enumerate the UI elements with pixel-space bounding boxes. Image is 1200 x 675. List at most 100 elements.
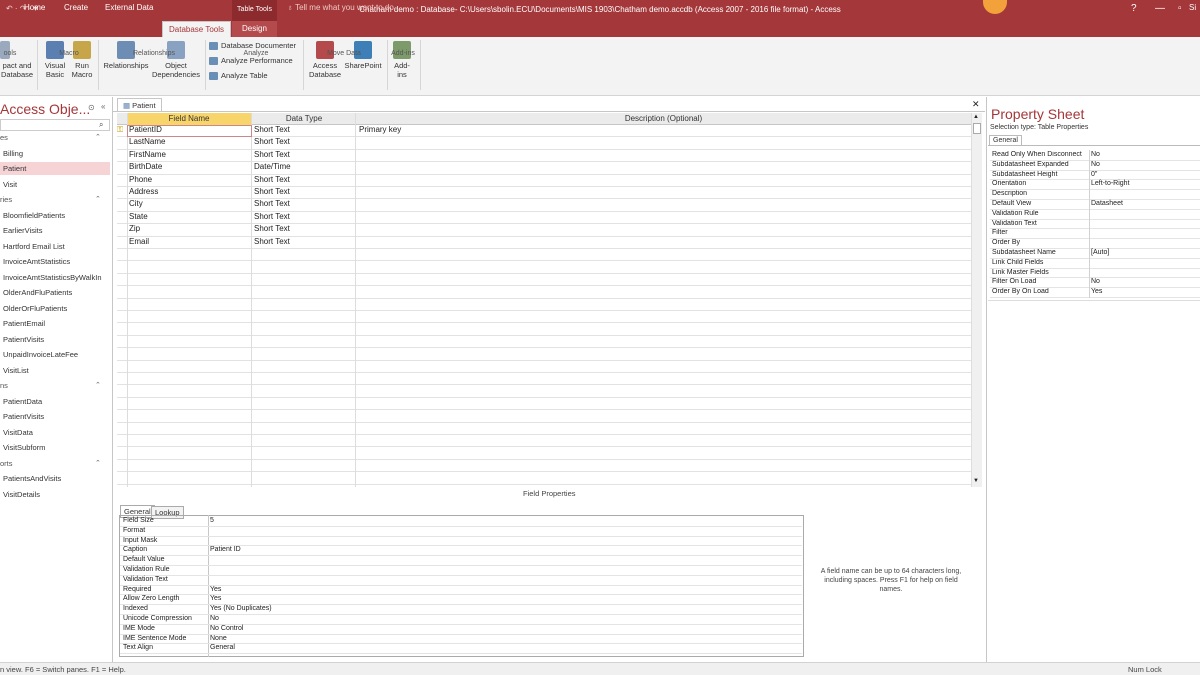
property-row[interactable]: Required Yes — [120, 586, 802, 596]
cell-name[interactable]: Phone — [129, 175, 152, 184]
table-row[interactable]: State Short Text — [117, 212, 971, 225]
tab-design[interactable]: Design — [232, 21, 277, 37]
nav-item[interactable]: Visit — [3, 180, 17, 189]
help-icon[interactable]: ? — [1131, 3, 1137, 14]
table-row[interactable]: Phone Short Text — [117, 175, 971, 187]
table-row[interactable] — [117, 286, 971, 299]
property-row[interactable]: Validation Rule — [120, 566, 802, 576]
table-row[interactable]: Address Short Text — [117, 187, 971, 200]
close-document-icon[interactable]: ✕ — [972, 99, 980, 110]
table-row[interactable] — [117, 385, 971, 398]
table-row[interactable]: FirstName Short Text — [117, 150, 971, 163]
table-row[interactable] — [117, 361, 971, 373]
property-value[interactable]: No — [210, 615, 219, 622]
table-row[interactable] — [117, 398, 971, 411]
property-row[interactable]: Validation Text — [120, 576, 802, 586]
ps-value[interactable]: [Auto] — [1091, 249, 1109, 256]
table-row[interactable] — [117, 311, 971, 324]
minimize-icon[interactable]: — — [1155, 3, 1165, 14]
nav-item[interactable]: Hartford Email List — [3, 242, 65, 251]
property-value[interactable]: General — [210, 644, 235, 651]
scroll-up-icon[interactable]: ▲ — [973, 114, 979, 120]
ps-value[interactable]: No — [1091, 151, 1100, 158]
cell-type[interactable]: Short Text — [254, 137, 290, 146]
ps-row[interactable]: Validation Text — [990, 220, 1200, 230]
nav-item[interactable]: Patient — [3, 164, 26, 173]
ps-row[interactable]: Order By — [990, 239, 1200, 249]
tab-home[interactable]: Home — [24, 3, 45, 12]
tab-patient[interactable]: ▦ Patient — [117, 98, 162, 111]
table-row[interactable] — [117, 261, 971, 274]
nav-item[interactable]: UnpaidInvoiceLateFee — [3, 350, 78, 359]
table-row[interactable] — [117, 348, 971, 361]
nav-menu-icon[interactable]: ⊙ — [88, 103, 95, 112]
nav-item[interactable]: InvoiceAmtStatisticsByWalkIn — [3, 273, 102, 282]
property-value[interactable]: None — [210, 635, 227, 642]
ps-row[interactable]: Subdatasheet Name [Auto] — [990, 249, 1200, 259]
property-row[interactable]: Allow Zero Length Yes — [120, 595, 802, 606]
user-name[interactable]: Si — [1189, 3, 1196, 12]
tab-create[interactable]: Create — [64, 3, 88, 12]
ps-row[interactable]: Description — [990, 190, 1200, 200]
table-row[interactable] — [117, 323, 971, 336]
nav-item[interactable]: PatientEmail — [3, 319, 45, 328]
property-value[interactable]: Patient ID — [210, 546, 241, 553]
access-database-button[interactable]: Access Database — [306, 41, 344, 79]
tab-external-data[interactable]: External Data — [105, 3, 153, 12]
collapse-group-icon[interactable]: ⌃ — [95, 195, 101, 203]
ps-value[interactable]: Yes — [1091, 288, 1102, 295]
table-row[interactable] — [117, 460, 971, 473]
property-value[interactable]: Yes — [210, 595, 221, 602]
scroll-down-icon[interactable]: ▼ — [973, 478, 979, 484]
ps-row[interactable]: Default View Datasheet — [990, 200, 1200, 210]
ps-row[interactable]: Validation Rule — [990, 210, 1200, 220]
cell-name[interactable]: State — [129, 212, 148, 221]
ps-row[interactable]: Filter — [990, 229, 1200, 240]
database-documenter-button[interactable]: Database Documenter — [209, 41, 296, 51]
scroll-thumb[interactable] — [973, 123, 981, 134]
cell-type[interactable]: Short Text — [254, 237, 290, 246]
cell-name[interactable]: City — [129, 199, 143, 208]
ps-value[interactable]: Datasheet — [1091, 200, 1123, 207]
nav-item[interactable]: OlderAndFluPatients — [3, 288, 72, 297]
ps-row[interactable]: Order By On Load Yes — [990, 288, 1200, 298]
cell-desc[interactable]: Primary key — [359, 125, 401, 134]
ps-row[interactable]: Read Only When Disconnect No — [990, 151, 1200, 161]
cell-type[interactable]: Short Text — [254, 150, 290, 159]
ps-value[interactable]: Left-to-Right — [1091, 180, 1130, 187]
cell-type[interactable]: Date/Time — [254, 162, 291, 171]
cell-type[interactable]: Short Text — [254, 224, 290, 233]
property-row[interactable]: Text Align General — [120, 644, 802, 655]
property-row[interactable]: Input Mask — [120, 537, 802, 547]
object-dependencies-button[interactable]: Object Dependencies — [150, 41, 202, 79]
ps-row[interactable]: Filter On Load No — [990, 278, 1200, 289]
nav-item[interactable]: VisitDetails — [3, 490, 40, 499]
analyze-table-button[interactable]: Analyze Table — [209, 71, 268, 81]
nav-item[interactable]: VisitSubform — [3, 443, 45, 452]
nav-item[interactable]: OlderOrFluPatients — [3, 304, 67, 313]
nav-item[interactable]: InvoiceAmtStatistics — [3, 257, 70, 266]
nav-group-header[interactable]: ries — [0, 195, 12, 204]
restore-icon[interactable]: ▫ — [1178, 3, 1182, 14]
table-row[interactable] — [117, 410, 971, 423]
ps-row[interactable]: Subdatasheet Expanded No — [990, 161, 1200, 171]
collapse-group-icon[interactable]: ⌃ — [95, 133, 101, 141]
nav-search-input[interactable] — [0, 119, 110, 131]
ps-value[interactable]: 0" — [1091, 171, 1097, 178]
table-row[interactable]: LastName Short Text — [117, 137, 971, 150]
table-row[interactable] — [117, 435, 971, 448]
table-row[interactable] — [117, 336, 971, 349]
property-value[interactable]: 5 — [210, 517, 214, 524]
ps-row[interactable]: Subdatasheet Height 0" — [990, 171, 1200, 181]
nav-item[interactable]: PatientVisits — [3, 412, 44, 421]
table-row[interactable]: BirthDate Date/Time — [117, 162, 971, 175]
nav-item[interactable]: BloomfieldPatients — [3, 211, 65, 220]
property-value[interactable]: Yes (No Duplicates) — [210, 605, 272, 612]
nav-item[interactable]: PatientsAndVisits — [3, 474, 61, 483]
ps-row[interactable]: Link Master Fields — [990, 269, 1200, 279]
ps-tab-general[interactable]: General — [989, 135, 1022, 145]
analyze-performance-button[interactable]: Analyze Performance — [209, 56, 293, 66]
nav-item[interactable]: EarlierVisits — [3, 226, 42, 235]
table-row[interactable] — [117, 447, 971, 460]
ps-row[interactable]: Link Child Fields — [990, 259, 1200, 269]
